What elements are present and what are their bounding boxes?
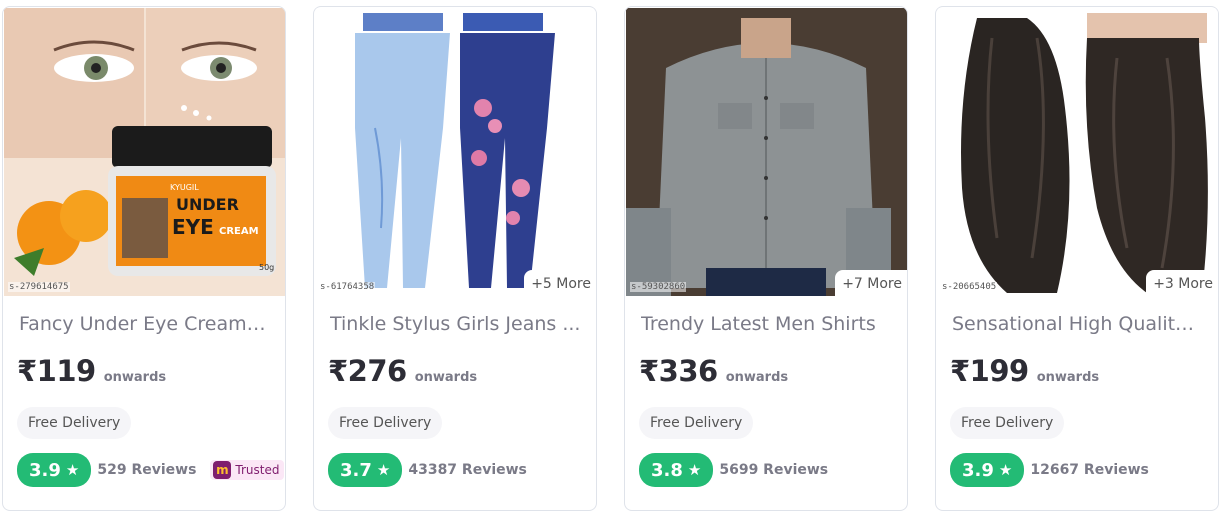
rating-row: 3.9 ★ 529 Reviews m Trusted xyxy=(17,453,285,487)
price: ₹276 xyxy=(328,354,407,388)
product-name[interactable]: Trendy Latest Men Shirts xyxy=(641,313,893,335)
rating-badge: 3.9 ★ xyxy=(950,453,1025,487)
rating-row: 3.8 ★ 5699 Reviews xyxy=(639,453,828,487)
product-name[interactable]: Tinkle Stylus Girls Jeans ... xyxy=(330,313,582,335)
rating-value: 3.9 xyxy=(29,459,61,481)
product-card[interactable]: s-20665405 +3 More Sensational High Qual… xyxy=(935,6,1219,511)
price-row: ₹276 onwards xyxy=(328,354,477,388)
rating-row: 3.9 ★ 12667 Reviews xyxy=(950,453,1149,487)
review-count: 5699 Reviews xyxy=(719,462,829,478)
more-variants-label[interactable]: +3 More xyxy=(1146,270,1218,296)
product-image[interactable]: s-61764358 +5 More xyxy=(315,8,596,296)
sku-label: s-61764358 xyxy=(319,282,376,292)
product-name[interactable]: Fancy Under Eye Cream/... xyxy=(19,313,271,335)
product-image[interactable]: KYUGIL UNDER EYE CREAM 50g s-279614675 xyxy=(4,8,285,296)
product-image[interactable]: s-59302860 +7 More xyxy=(626,8,907,296)
svg-text:UNDER: UNDER xyxy=(176,195,239,214)
sku-label: s-59302860 xyxy=(630,282,687,292)
sku-label: s-20665405 xyxy=(941,282,998,292)
star-icon: ★ xyxy=(376,461,391,479)
free-delivery-badge: Free Delivery xyxy=(17,407,132,439)
price-row: ₹119 onwards xyxy=(17,354,166,388)
star-icon: ★ xyxy=(687,461,702,479)
more-variants-label[interactable]: +7 More xyxy=(835,270,907,296)
more-variants-label[interactable]: +5 More xyxy=(524,270,596,296)
rating-badge: 3.7 ★ xyxy=(328,453,403,487)
svg-text:EYE: EYE xyxy=(172,215,214,239)
price-row: ₹199 onwards xyxy=(950,354,1099,388)
onwards-label: onwards xyxy=(725,370,789,385)
onwards-label: onwards xyxy=(103,370,167,385)
svg-text:CREAM: CREAM xyxy=(219,226,259,237)
product-card[interactable]: s-59302860 +7 More Trendy Latest Men Shi… xyxy=(624,6,908,511)
rating-badge: 3.8 ★ xyxy=(639,453,714,487)
meesho-logo-icon: m xyxy=(213,461,232,479)
free-delivery-badge: Free Delivery xyxy=(328,407,443,439)
free-delivery-badge: Free Delivery xyxy=(950,407,1065,439)
price: ₹199 xyxy=(950,354,1029,388)
free-delivery-badge: Free Delivery xyxy=(639,407,754,439)
price-row: ₹336 onwards xyxy=(639,354,788,388)
svg-text:KYUGIL: KYUGIL xyxy=(170,183,199,192)
sku-label: s-279614675 xyxy=(8,282,70,292)
price: ₹336 xyxy=(639,354,718,388)
rating-value: 3.8 xyxy=(651,459,683,481)
star-icon: ★ xyxy=(65,461,80,479)
rating-value: 3.9 xyxy=(962,459,994,481)
review-count: 43387 Reviews xyxy=(408,462,527,478)
review-count: 12667 Reviews xyxy=(1030,462,1149,478)
trusted-label: Trusted xyxy=(235,463,280,477)
product-name[interactable]: Sensational High Quality ... xyxy=(952,313,1204,335)
onwards-label: onwards xyxy=(414,370,478,385)
rating-badge: 3.9 ★ xyxy=(17,453,92,487)
star-icon: ★ xyxy=(998,461,1013,479)
review-count: 529 Reviews xyxy=(97,462,197,478)
trusted-badge: m Trusted xyxy=(210,460,285,480)
product-card[interactable]: KYUGIL UNDER EYE CREAM 50g s-279614675 F… xyxy=(2,6,286,511)
product-image[interactable]: s-20665405 +3 More xyxy=(937,8,1218,296)
rating-value: 3.7 xyxy=(340,459,372,481)
svg-text:50g: 50g xyxy=(259,263,274,272)
rating-row: 3.7 ★ 43387 Reviews xyxy=(328,453,527,487)
price: ₹119 xyxy=(17,354,96,388)
product-card[interactable]: s-61764358 +5 More Tinkle Stylus Girls J… xyxy=(313,6,597,511)
onwards-label: onwards xyxy=(1036,370,1100,385)
